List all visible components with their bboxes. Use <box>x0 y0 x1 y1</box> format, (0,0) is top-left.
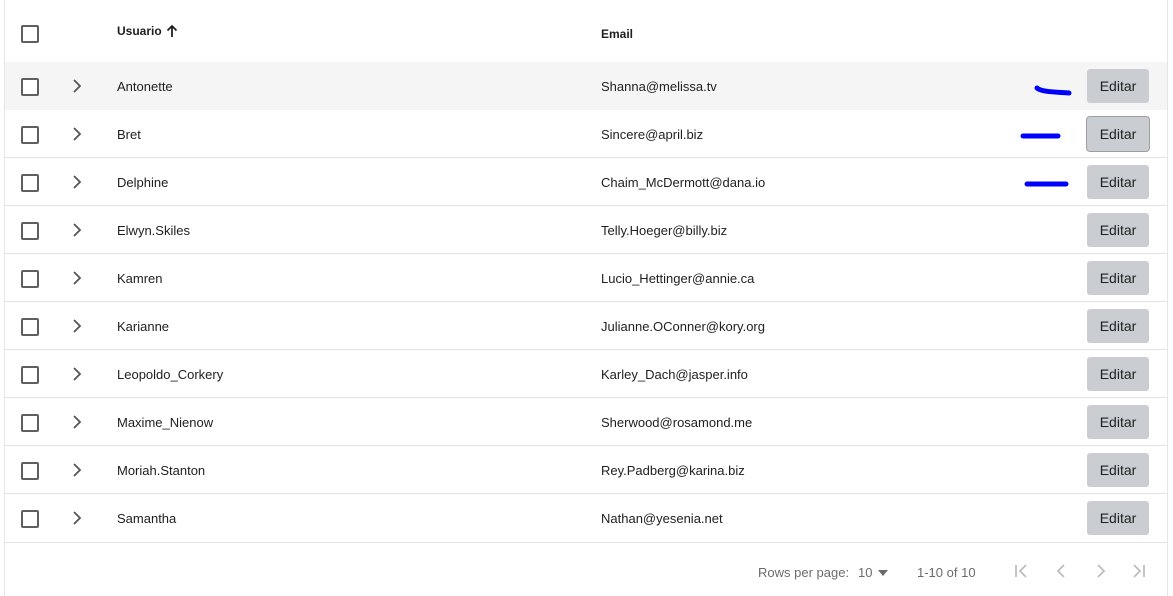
user-cell: Kamren <box>117 271 163 286</box>
table-row[interactable]: Samantha Nathan@yesenia.net Editar <box>5 494 1167 543</box>
chevron-right-icon[interactable] <box>71 366 83 382</box>
row-checkbox[interactable] <box>21 510 39 528</box>
table-row[interactable]: Kamren Lucio_Hettinger@annie.ca Editar <box>5 254 1167 302</box>
row-checkbox[interactable] <box>21 414 39 432</box>
email-cell: Sherwood@rosamond.me <box>601 415 753 430</box>
row-checkbox[interactable] <box>21 462 39 480</box>
users-table: Usuario Email Antonette Shanna@melissa.tv… <box>4 0 1168 596</box>
edit-button[interactable]: Editar <box>1087 213 1149 247</box>
first-page-icon[interactable] <box>1011 561 1031 581</box>
rows-per-page-select[interactable]: 10 <box>858 565 889 580</box>
user-cell: Maxime_Nienow <box>117 415 214 430</box>
last-page-icon[interactable] <box>1129 561 1149 581</box>
email-cell: Rey.Padberg@karina.biz <box>601 463 745 478</box>
annotation-strokes <box>1020 85 1072 187</box>
table-row[interactable]: Elwyn.Skiles Telly.Hoeger@billy.biz Editar <box>5 206 1167 254</box>
annotation-stroke <box>1034 85 1072 96</box>
user-cell: Leopoldo_Corkery <box>117 367 224 382</box>
chevron-right-icon[interactable] <box>71 414 83 430</box>
user-cell: Karianne <box>117 319 170 334</box>
table-row[interactable]: Maxime_Nienow Sherwood@rosamond.me Editar <box>5 398 1167 446</box>
chevron-right-icon[interactable] <box>1091 561 1111 581</box>
chevron-right-icon[interactable] <box>71 270 83 286</box>
chevron-right-icon[interactable] <box>71 222 83 238</box>
table-row[interactable]: Karianne Julianne.OConner@kory.org Editar <box>5 302 1167 350</box>
rows-per-page-label: Rows per page: <box>758 565 850 580</box>
email-cell: Karley_Dach@jasper.info <box>601 367 748 382</box>
user-cell: Moriah.Stanton <box>117 463 206 478</box>
row-checkbox[interactable] <box>21 366 39 384</box>
chevron-left-icon[interactable] <box>1051 561 1071 581</box>
row-checkbox[interactable] <box>21 222 39 240</box>
edit-button[interactable]: Editar <box>1087 357 1149 391</box>
email-cell: Nathan@yesenia.net <box>601 511 723 526</box>
pagination-range: 1-10 of 10 <box>917 565 976 580</box>
user-cell: Elwyn.Skiles <box>117 223 190 238</box>
edit-button[interactable]: Editar <box>1087 453 1149 487</box>
row-checkbox[interactable] <box>21 318 39 336</box>
caret-down-icon <box>878 569 889 576</box>
edit-button[interactable]: Editar <box>1087 501 1149 535</box>
chevron-right-icon[interactable] <box>71 318 83 334</box>
pagination-footer: Rows per page: 10 1-10 of 10 <box>5 542 1167 596</box>
table-row[interactable]: Moriah.Stanton Rey.Padberg@karina.biz Edit… <box>5 446 1167 494</box>
table-row[interactable]: Leopoldo_Corkery Karley_Dach@jasper.info E… <box>5 350 1167 398</box>
edit-button[interactable]: Editar <box>1087 261 1149 295</box>
row-checkbox[interactable] <box>21 270 39 288</box>
chevron-right-icon[interactable] <box>71 510 83 526</box>
edit-button[interactable]: Editar <box>1087 309 1149 343</box>
rows-per-page-value: 10 <box>858 565 873 580</box>
user-cell: Samantha <box>117 511 177 526</box>
chevron-right-icon[interactable] <box>71 462 83 478</box>
edit-button[interactable]: Editar <box>1087 405 1149 439</box>
email-cell: Telly.Hoeger@billy.biz <box>601 223 728 238</box>
email-cell: Julianne.OConner@kory.org <box>601 319 765 334</box>
email-cell: Lucio_Hettinger@annie.ca <box>601 271 755 286</box>
